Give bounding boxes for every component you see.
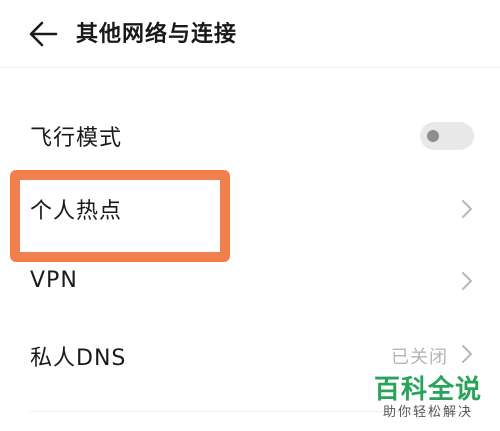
- top-app-bar: 其他网络与连接: [0, 0, 500, 66]
- watermark-title: 百科全说: [373, 375, 482, 405]
- header-divider: [0, 67, 500, 68]
- chevron-right-icon: [462, 345, 472, 363]
- back-arrow-icon[interactable]: [28, 20, 58, 48]
- setting-label-private-dns: 私人DNS: [30, 346, 127, 371]
- watermark-subtitle: 助你轻松解决: [382, 405, 473, 420]
- toggle-knob: [427, 130, 439, 142]
- private-dns-status: 已关闭: [391, 347, 448, 368]
- page-title: 其他网络与连接: [76, 22, 238, 47]
- watermark-logo: 百科全说 助你轻松解决: [368, 375, 488, 421]
- setting-row-vpn[interactable]: VPN: [0, 244, 500, 316]
- airplane-mode-toggle[interactable]: [420, 122, 474, 150]
- setting-label-airplane-mode: 飞行模式: [30, 126, 123, 151]
- chevron-right-icon: [462, 272, 472, 290]
- chevron-right-icon: [462, 200, 472, 218]
- setting-label-vpn: VPN: [30, 268, 78, 293]
